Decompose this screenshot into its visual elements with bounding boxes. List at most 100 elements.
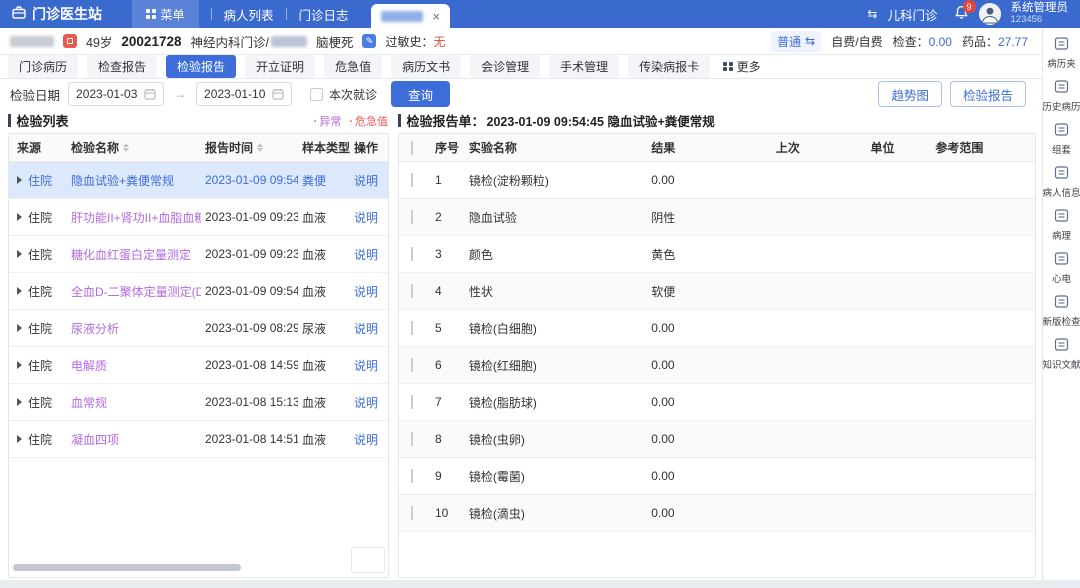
tab-1[interactable]: 门诊病历 (8, 55, 78, 78)
lab-list-row[interactable]: 住院尿液分析2023-01-09 08:29尿液说明 (9, 310, 388, 347)
row-checkbox[interactable] (411, 395, 413, 409)
patient-info-icon (1054, 165, 1069, 183)
avatar[interactable] (979, 3, 1001, 25)
sidebar-item-历史病历[interactable]: 历史病历 (1043, 79, 1080, 113)
sidebar-item-心电[interactable]: 心电 (1043, 251, 1080, 285)
sidebar-item-病理[interactable]: 病理 (1043, 208, 1080, 242)
report-row[interactable]: 4性状软便 (399, 273, 1035, 310)
tab-4[interactable]: 开立证明 (245, 55, 315, 78)
explain-link[interactable]: 说明 (354, 283, 378, 300)
expand-icon[interactable] (17, 361, 22, 369)
select-all-checkbox[interactable] (411, 141, 413, 155)
explain-link[interactable]: 说明 (354, 394, 378, 411)
clinic-switcher[interactable]: 儿科门诊 (887, 5, 937, 24)
row-checkbox[interactable] (411, 321, 413, 335)
pay-type: 自费/自费 (831, 33, 882, 50)
explain-link[interactable]: 说明 (354, 172, 378, 189)
report-row[interactable]: 5镜检(白细胞)0.00 (399, 310, 1035, 347)
lab-list-row[interactable]: 住院凝血四项2023-01-08 14:51血液说明 (9, 421, 388, 458)
expand-icon[interactable] (17, 398, 22, 406)
report-row[interactable]: 10镜检(滴虫)0.00 (399, 495, 1035, 532)
date-from-input[interactable]: 2023-01-03 (68, 82, 164, 106)
action-cell: 说明 (350, 283, 388, 300)
column-header-报告时间[interactable]: 报告时间 (201, 139, 298, 156)
patient-tab[interactable]: × (371, 4, 451, 28)
explain-link[interactable]: 说明 (354, 209, 378, 226)
tab-6[interactable]: 病历文书 (391, 55, 461, 78)
more-tabs-button[interactable]: 更多 (723, 58, 761, 75)
nav-clinic-log[interactable]: 门诊日志 (299, 5, 349, 24)
search-button[interactable]: 查询 (391, 81, 450, 107)
column-header-来源[interactable]: 来源 (9, 139, 67, 156)
action-cell: 说明 (350, 357, 388, 374)
report-row[interactable]: 6镜检(红细胞)0.00 (399, 347, 1035, 384)
row-checkbox[interactable] (411, 210, 413, 224)
row-checkbox[interactable] (411, 432, 413, 446)
report-time: 2023-01-09 09:54 (205, 173, 298, 187)
switch-clinic-icon: ⇆ (867, 7, 877, 21)
sort-icon[interactable] (257, 143, 263, 152)
lab-name: 血常规 (71, 394, 107, 411)
lab-list-row[interactable]: 住院肝功能II+肾功II+血脂血糖…2023-01-09 09:23血液说明 (9, 199, 388, 236)
date-to-input[interactable]: 2023-01-10 (196, 82, 292, 106)
row-checkbox[interactable] (411, 469, 413, 483)
tab-7[interactable]: 会诊管理 (470, 55, 540, 78)
close-icon[interactable]: × (433, 10, 441, 23)
expand-icon[interactable] (17, 435, 22, 443)
tab-2[interactable]: 检查报告 (87, 55, 157, 78)
explain-link[interactable]: 说明 (354, 320, 378, 337)
lab-list-row[interactable]: 住院全血D-二聚体定量测定(D-…2023-01-09 09:54血液说明 (9, 273, 388, 310)
report-row[interactable]: 1镜检(淀粉颗粒)0.00 (399, 162, 1035, 199)
tab-9[interactable]: 传染病报卡 (628, 55, 710, 78)
explain-link[interactable]: 说明 (354, 246, 378, 263)
row-checkbox[interactable] (411, 506, 413, 520)
sidebar-item-知识文献[interactable]: 知识文献 (1043, 337, 1080, 371)
sample-type-cell: 血液 (298, 357, 350, 374)
lab-report-button[interactable]: 检验报告 (950, 81, 1026, 107)
row-select-cell (399, 506, 431, 520)
lab-list-table: 来源检验名称报告时间样本类型操作 住院隐血试验+粪便常规2023-01-09 0… (8, 133, 389, 578)
fee-level-switcher[interactable]: 普通 ⇆ (771, 31, 821, 52)
tab-3[interactable]: 检验报告 (166, 55, 236, 78)
sidebar-item-病人信息[interactable]: 病人信息 (1043, 165, 1080, 199)
allergy-edit-icon[interactable]: ✎ (362, 34, 376, 48)
sidebar-item-组套[interactable]: 组套 (1043, 122, 1080, 156)
trend-chart-button[interactable]: 趋势图 (878, 81, 942, 107)
column-header-检验名称[interactable]: 检验名称 (67, 139, 201, 156)
tab-8[interactable]: 手术管理 (549, 55, 619, 78)
lab-list-row[interactable]: 住院血常规2023-01-08 15:13血液说明 (9, 384, 388, 421)
current-visit-checkbox[interactable] (310, 88, 323, 101)
lab-list-row[interactable]: 住院隐血试验+粪便常规2023-01-09 09:54粪便说明 (9, 162, 388, 199)
expand-icon[interactable] (17, 213, 22, 221)
expand-icon[interactable] (17, 287, 22, 295)
sidebar-item-病历夹[interactable]: 病历夹 (1043, 36, 1080, 70)
sort-icon[interactable] (123, 143, 129, 152)
report-row[interactable]: 9镜检(霉菌)0.00 (399, 458, 1035, 495)
expand-icon[interactable] (17, 324, 22, 332)
row-checkbox[interactable] (411, 358, 413, 372)
user-info[interactable]: 系统管理员 123456 (1011, 2, 1069, 26)
title-bar-decoration (398, 114, 401, 127)
test-result: 0.00 (647, 358, 772, 372)
lab-list-row[interactable]: 住院糖化血红蛋白定量测定2023-01-09 09:23血液说明 (9, 236, 388, 273)
report-row[interactable]: 8镜检(虫卵)0.00 (399, 421, 1035, 458)
row-checkbox[interactable] (411, 247, 413, 261)
expand-icon[interactable] (17, 176, 22, 184)
column-header-样本类型[interactable]: 样本类型 (298, 139, 350, 156)
lab-list-row[interactable]: 住院电解质2023-01-08 14:59血液说明 (9, 347, 388, 384)
column-header-操作[interactable]: 操作 (350, 139, 388, 156)
report-row[interactable]: 7镜检(脂肪球)0.00 (399, 384, 1035, 421)
row-checkbox[interactable] (411, 173, 413, 187)
menu-button[interactable]: 菜单 (132, 0, 199, 28)
nav-patient-list[interactable]: 病人列表 (224, 5, 274, 24)
report-row[interactable]: 2隐血试验阴性 (399, 199, 1035, 236)
explain-link[interactable]: 说明 (354, 357, 378, 374)
report-row[interactable]: 3颜色黄色 (399, 236, 1035, 273)
horizontal-scrollbar[interactable] (13, 564, 241, 571)
row-checkbox[interactable] (411, 284, 413, 298)
explain-link[interactable]: 说明 (354, 431, 378, 448)
tab-5[interactable]: 危急值 (324, 55, 382, 78)
sidebar-item-新版检查[interactable]: 新版检查 (1043, 294, 1080, 328)
notification-bell[interactable]: 9 (954, 5, 969, 23)
expand-icon[interactable] (17, 250, 22, 258)
